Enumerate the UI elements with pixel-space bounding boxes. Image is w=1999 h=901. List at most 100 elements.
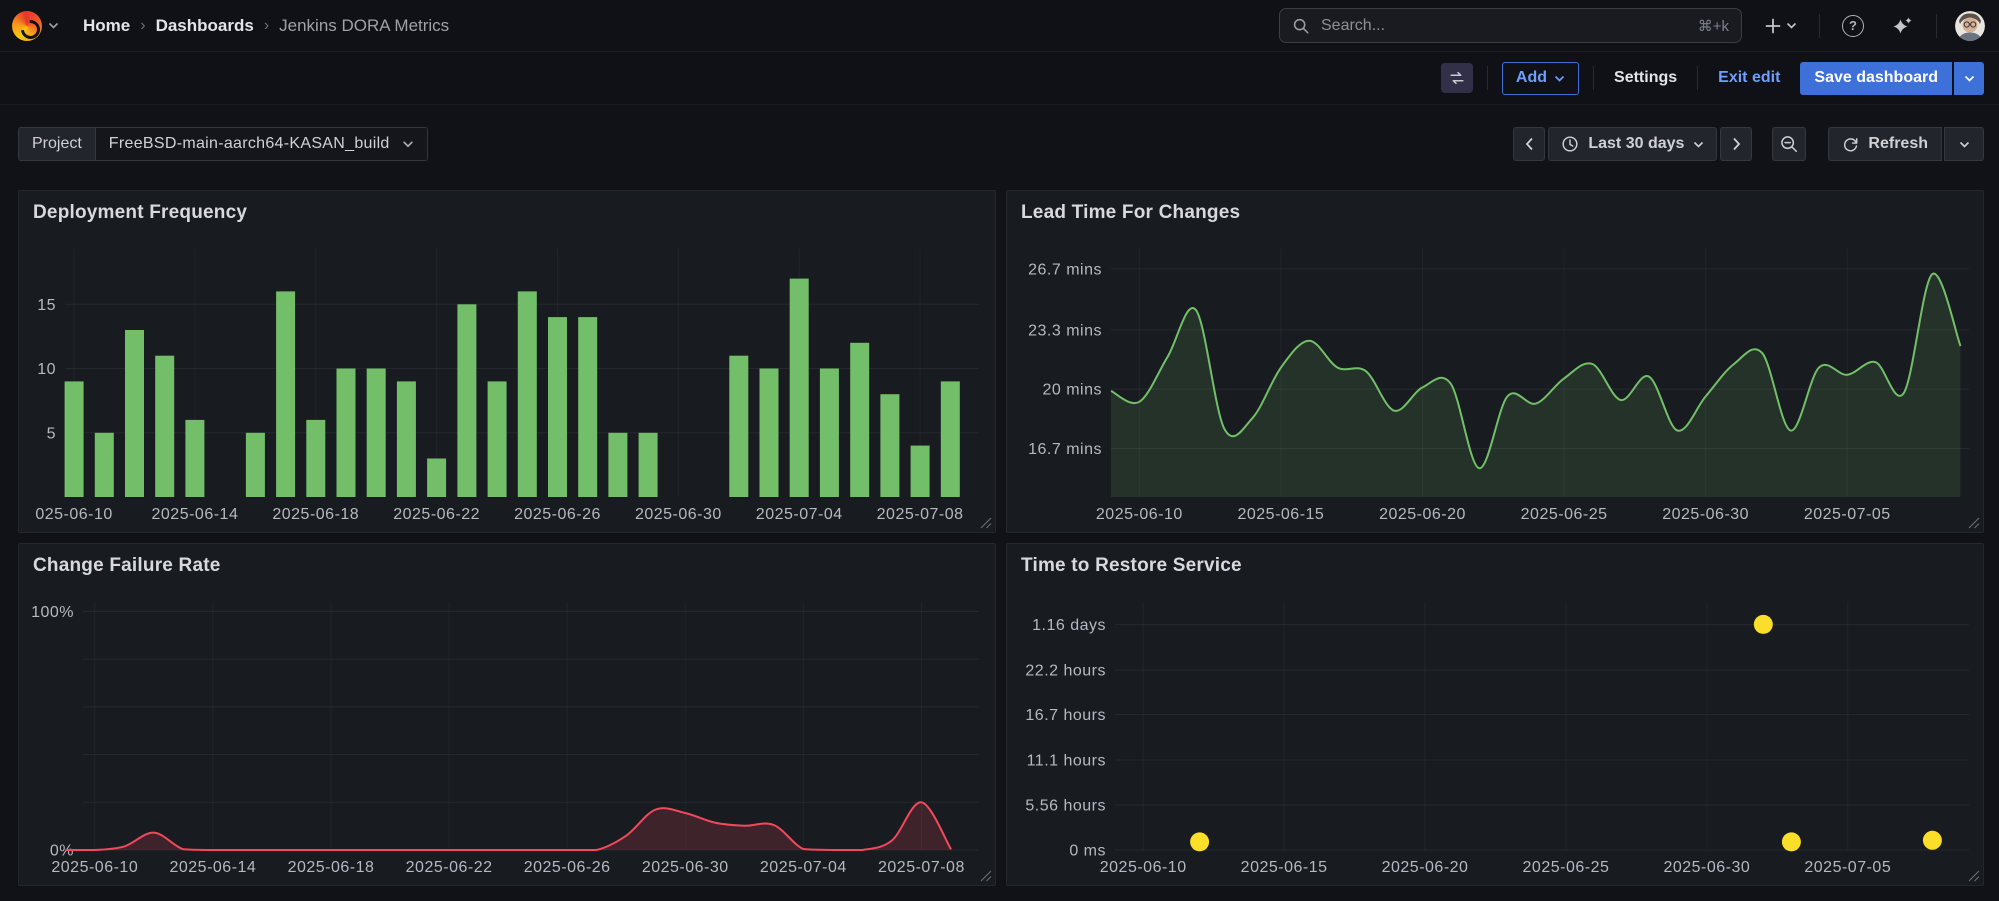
plus-icon [1764, 17, 1782, 35]
panel-deployment-frequency: Deployment Frequency 51015025-06-102025-… [18, 190, 996, 533]
svg-text:2025-06-30: 2025-06-30 [642, 859, 729, 876]
change-failure-rate-chart[interactable]: 0%100%2025-06-102025-06-142025-06-182025… [19, 598, 995, 885]
time-shift-forward-button[interactable] [1720, 127, 1752, 161]
refresh-button[interactable]: Refresh [1828, 127, 1942, 161]
project-value-text: FreeBSD-main-aarch64-KASAN_build [109, 135, 390, 153]
panel-title[interactable]: Time to Restore Service [1007, 544, 1983, 577]
chevron-down-icon [1959, 141, 1970, 148]
refresh-label: Refresh [1868, 135, 1928, 153]
divider [1697, 66, 1698, 90]
search-icon [1292, 17, 1310, 35]
chevron-down-icon [48, 22, 59, 29]
assistant-button[interactable] [1886, 10, 1918, 42]
save-dashboard-options-button[interactable] [1954, 62, 1984, 95]
svg-text:2025-06-10: 2025-06-10 [1096, 506, 1183, 523]
svg-text:26.7 mins: 26.7 mins [1028, 261, 1102, 278]
svg-text:1.16 days: 1.16 days [1032, 617, 1106, 634]
chevron-down-icon [1964, 75, 1975, 82]
add-button[interactable]: Add [1502, 62, 1579, 95]
svg-text:2025-06-15: 2025-06-15 [1237, 506, 1324, 523]
refresh-split-button: Refresh [1828, 127, 1984, 161]
svg-text:2025-06-30: 2025-06-30 [1663, 859, 1750, 876]
controls-row: Project FreeBSD-main-aarch64-KASAN_build [18, 127, 1984, 161]
grafana-logo-icon[interactable] [12, 11, 42, 41]
svg-text:2025-06-18: 2025-06-18 [272, 506, 359, 523]
refresh-interval-button[interactable] [1944, 127, 1984, 161]
svg-text:2025-06-20: 2025-06-20 [1379, 506, 1466, 523]
new-add-button[interactable] [1760, 13, 1801, 39]
svg-text:2025-06-25: 2025-06-25 [1523, 859, 1610, 876]
svg-text:2025-07-05: 2025-07-05 [1804, 506, 1891, 523]
svg-text:2025-06-22: 2025-06-22 [393, 506, 480, 523]
svg-text:2025-06-30: 2025-06-30 [635, 506, 722, 523]
nav-right-cluster: ⌘+k ? [1279, 8, 1985, 43]
deployment-frequency-chart[interactable]: 51015025-06-102025-06-142025-06-182025-0… [19, 245, 995, 532]
time-picker-group: Last 30 days [1513, 127, 1752, 161]
divider [1487, 66, 1488, 90]
panel-resize-handle[interactable] [980, 870, 992, 882]
project-value-dropdown[interactable]: FreeBSD-main-aarch64-KASAN_build [96, 128, 427, 160]
avatar-photo [1955, 11, 1985, 41]
dashboard-content: Project FreeBSD-main-aarch64-KASAN_build [0, 105, 1999, 886]
svg-text:2025-07-04: 2025-07-04 [756, 506, 843, 523]
svg-text:2025-06-15: 2025-06-15 [1241, 859, 1328, 876]
clock-icon [1561, 135, 1579, 153]
panel-resize-handle[interactable] [1968, 517, 1980, 529]
panel-resize-handle[interactable] [980, 517, 992, 529]
svg-text:2025-07-05: 2025-07-05 [1804, 859, 1891, 876]
breadcrumb-home[interactable]: Home [83, 16, 130, 36]
search-input[interactable] [1319, 16, 1689, 36]
save-dashboard-split-button: Save dashboard [1800, 62, 1984, 95]
breadcrumb-current-page: Jenkins DORA Metrics [279, 16, 449, 36]
chevron-left-icon [1525, 137, 1534, 151]
help-button[interactable]: ? [1838, 11, 1868, 41]
toggle-edit-pane-button[interactable] [1441, 63, 1473, 93]
top-nav: Home › Dashboards › Jenkins DORA Metrics… [0, 0, 1999, 52]
breadcrumb-separator-icon: › [140, 17, 145, 35]
time-to-restore-chart[interactable]: 0 ms5.56 hours11.1 hours16.7 hours22.2 h… [1007, 598, 1983, 885]
chevron-down-icon [1786, 22, 1797, 29]
exit-edit-button[interactable]: Exit edit [1712, 68, 1786, 88]
svg-text:2025-06-26: 2025-06-26 [514, 506, 601, 523]
org-switcher[interactable] [12, 11, 59, 41]
sparkles-icon [1890, 14, 1914, 38]
time-controls: Last 30 days [1513, 127, 1984, 161]
svg-text:2025-06-14: 2025-06-14 [169, 859, 256, 876]
project-label: Project [19, 128, 96, 160]
save-dashboard-button[interactable]: Save dashboard [1800, 62, 1952, 95]
breadcrumb: Home › Dashboards › Jenkins DORA Metrics [83, 16, 449, 36]
svg-text:2025-06-10: 2025-06-10 [51, 859, 138, 876]
svg-text:2025-07-08: 2025-07-08 [877, 506, 964, 523]
time-range-button[interactable]: Last 30 days [1548, 127, 1717, 161]
panel-title[interactable]: Deployment Frequency [19, 191, 995, 224]
svg-text:2025-06-18: 2025-06-18 [288, 859, 375, 876]
user-avatar[interactable] [1955, 11, 1985, 41]
panel-time-to-restore-service: Time to Restore Service 0 ms5.56 hours11… [1006, 543, 1984, 886]
svg-text:2025-06-25: 2025-06-25 [1521, 506, 1608, 523]
svg-text:23.3 mins: 23.3 mins [1028, 322, 1102, 339]
svg-text:2025-06-26: 2025-06-26 [524, 859, 611, 876]
svg-text:22.2 hours: 22.2 hours [1025, 663, 1106, 680]
svg-text:16.7 mins: 16.7 mins [1028, 441, 1102, 458]
swap-arrows-icon [1447, 68, 1467, 88]
search-box[interactable]: ⌘+k [1279, 8, 1742, 43]
search-shortcut: ⌘+k [1698, 17, 1729, 35]
svg-text:0 ms: 0 ms [1069, 843, 1106, 860]
svg-text:025-06-10: 025-06-10 [35, 506, 112, 523]
svg-text:2025-06-10: 2025-06-10 [1100, 859, 1187, 876]
svg-text:2025-06-22: 2025-06-22 [406, 859, 493, 876]
settings-button[interactable]: Settings [1608, 68, 1683, 88]
chevron-down-icon [1554, 75, 1565, 82]
svg-text:15: 15 [37, 297, 56, 314]
panel-title[interactable]: Change Failure Rate [19, 544, 995, 577]
lead-time-chart[interactable]: 16.7 mins20 mins23.3 mins26.7 mins2025-0… [1007, 245, 1983, 532]
panel-resize-handle[interactable] [1968, 870, 1980, 882]
svg-text:2025-06-30: 2025-06-30 [1662, 506, 1749, 523]
zoom-out-icon [1779, 134, 1799, 154]
panel-title[interactable]: Lead Time For Changes [1007, 191, 1983, 224]
panel-change-failure-rate: Change Failure Rate 0%100%2025-06-102025… [18, 543, 996, 886]
add-button-label: Add [1516, 69, 1547, 87]
time-shift-back-button[interactable] [1513, 127, 1545, 161]
breadcrumb-dashboards[interactable]: Dashboards [156, 16, 254, 36]
zoom-out-time-button[interactable] [1772, 127, 1806, 161]
